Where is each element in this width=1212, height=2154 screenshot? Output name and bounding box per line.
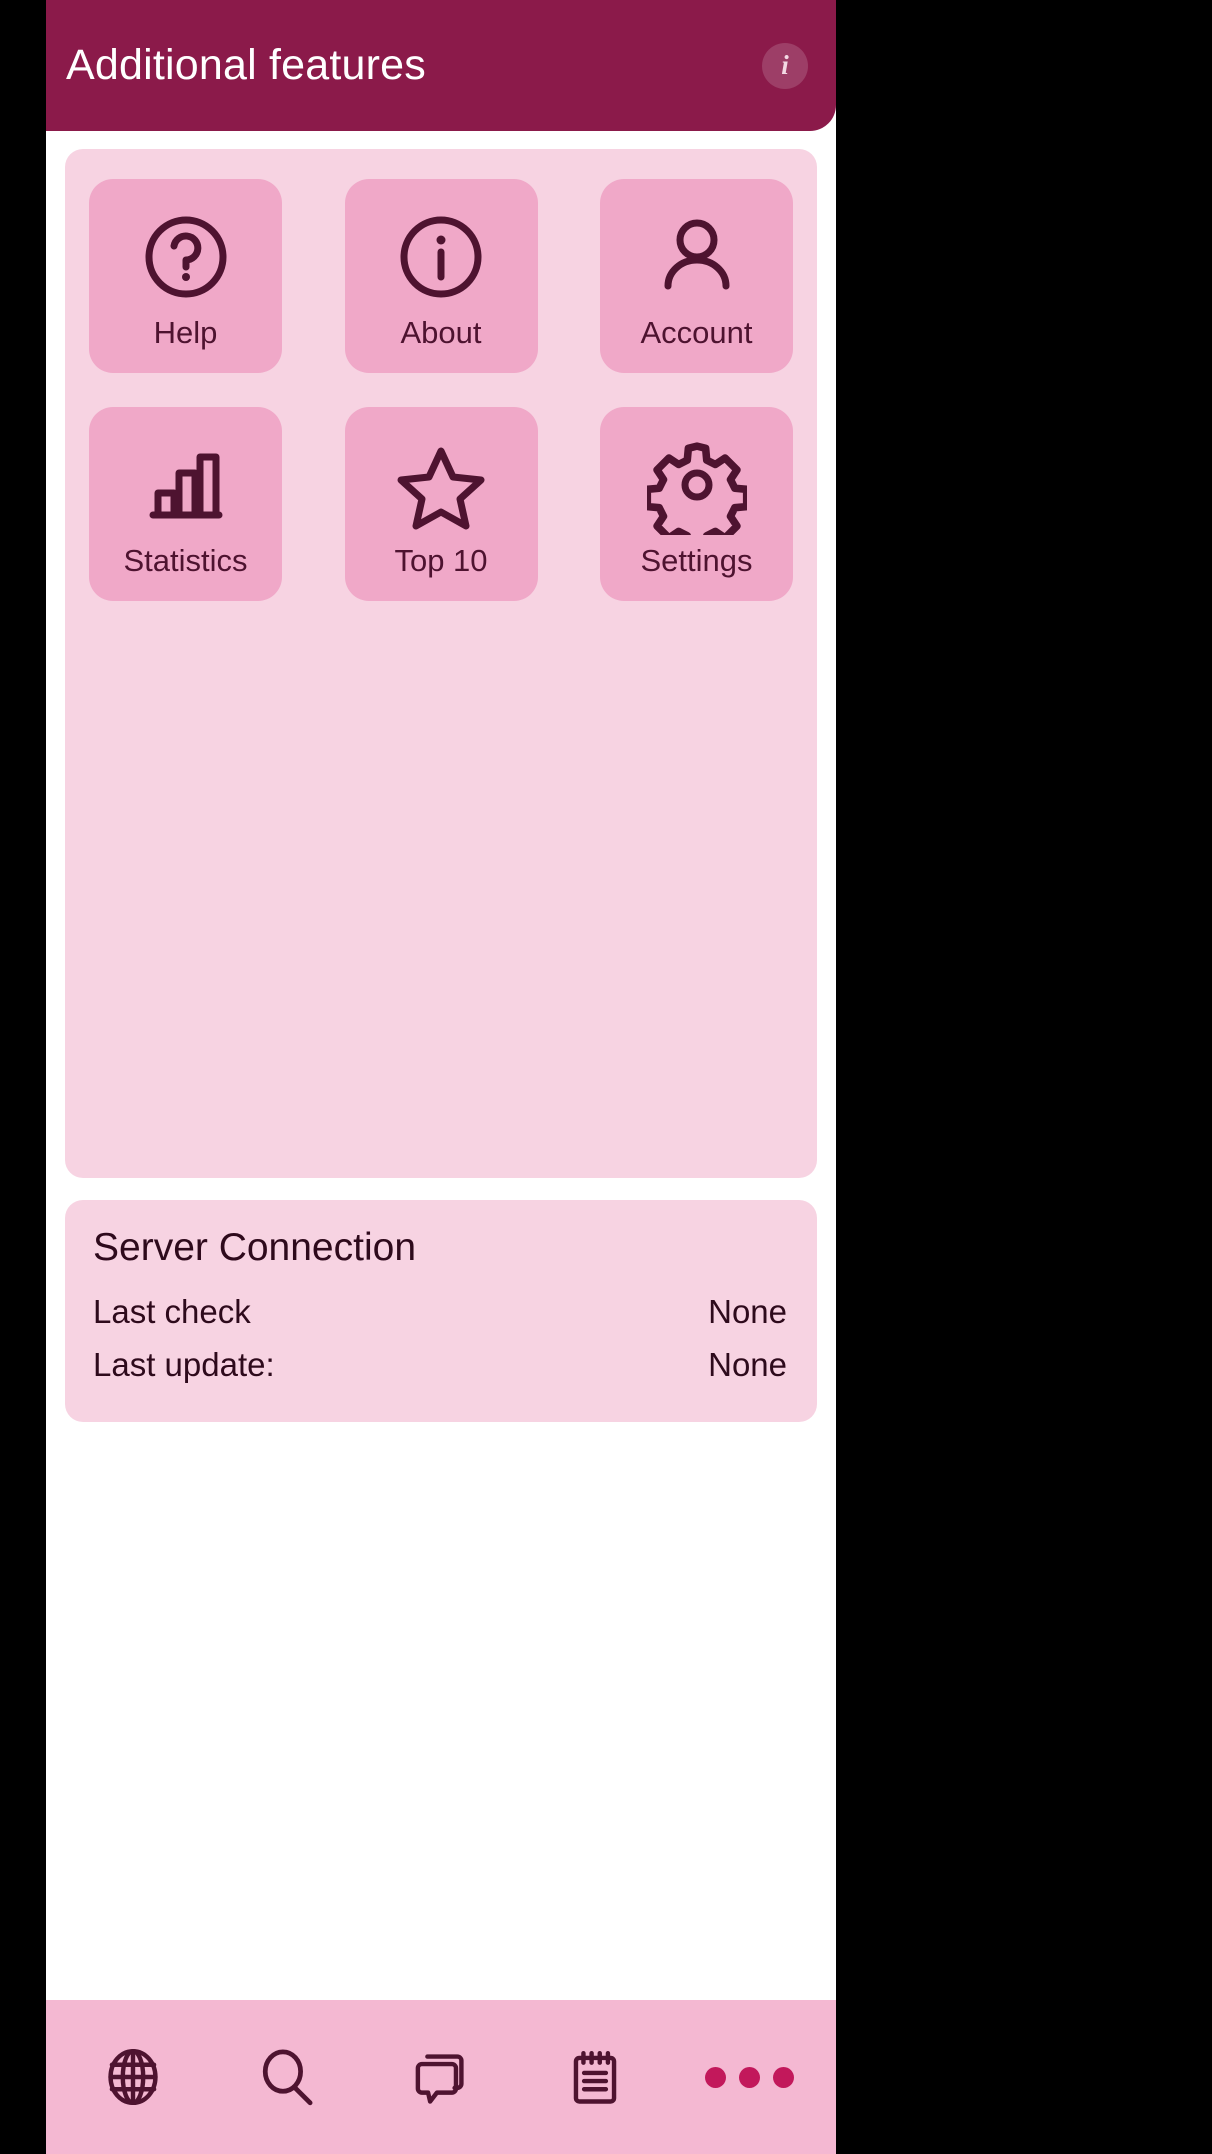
tile-label: Account [640, 314, 753, 350]
server-row-value: None [708, 1292, 787, 1330]
bottom-navigation-bar [46, 2000, 836, 2154]
app-header: Additional features i [46, 0, 836, 131]
globe-icon [99, 2043, 167, 2111]
person-icon [647, 205, 747, 309]
dot [704, 2066, 726, 2088]
info-circle-icon[interactable]: i [762, 42, 808, 89]
tile-label: Help [153, 314, 218, 350]
tile-settings[interactable]: Settings [600, 407, 793, 601]
dot [738, 2066, 760, 2088]
tile-label: Statistics [123, 542, 248, 578]
server-connection-title: Server Connection [93, 1226, 417, 1269]
info-icon-glyph: i [781, 50, 789, 80]
tile-about[interactable]: About [344, 179, 538, 373]
tile-label: About [400, 314, 482, 350]
tile-label: Top 10 [394, 542, 488, 578]
nav-item-more[interactable] [690, 2022, 808, 2132]
question-mark-circle-icon [136, 205, 236, 309]
more-dots-icon [704, 2066, 794, 2088]
nav-item-globe[interactable] [74, 2022, 192, 2132]
tile-label: Settings [640, 542, 753, 578]
info-circle-icon [391, 205, 491, 309]
nav-item-chat[interactable] [382, 2022, 500, 2132]
feature-grid-row: Help About Account [89, 179, 793, 373]
bar-chart-icon [136, 433, 236, 537]
server-row-last-check: Last check None [93, 1285, 789, 1339]
app-screen: Additional features i Help About Account… [46, 0, 836, 2154]
tile-top10[interactable]: Top 10 [344, 407, 538, 601]
server-connection-card: Server Connection Last check None Last u… [65, 1200, 817, 1423]
tile-help[interactable]: Help [89, 179, 282, 373]
nav-item-notepad[interactable] [536, 2022, 654, 2132]
server-row-label: Last check [93, 1292, 251, 1330]
server-row-last-update: Last update: None [93, 1338, 789, 1392]
server-row-label: Last update: [93, 1346, 275, 1384]
page-title: Additional features [66, 41, 426, 89]
feature-grid-row: Statistics Top 10 Settings [89, 407, 793, 601]
search-icon [253, 2043, 321, 2111]
tile-account[interactable]: Account [600, 179, 793, 373]
gear-icon [646, 433, 747, 537]
chat-bubbles-icon [407, 2043, 475, 2111]
nav-item-search[interactable] [228, 2022, 346, 2132]
content-area: Help About Account Statistics Top 10 Set… [46, 149, 836, 1423]
dot [772, 2066, 794, 2088]
notepad-icon [561, 2043, 629, 2111]
feature-grid-card: Help About Account Statistics Top 10 Set… [65, 149, 817, 1178]
server-row-value: None [708, 1346, 787, 1384]
tile-statistics[interactable]: Statistics [89, 407, 282, 601]
star-outline-icon [391, 433, 491, 537]
